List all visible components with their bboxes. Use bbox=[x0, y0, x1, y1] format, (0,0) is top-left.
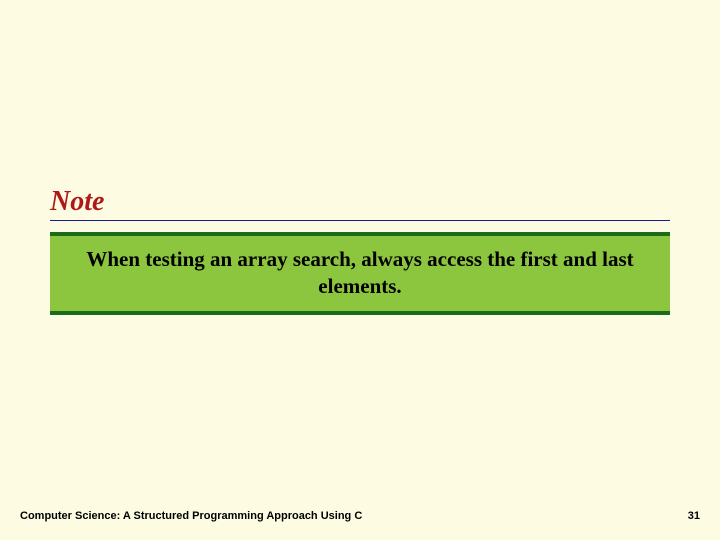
note-underline bbox=[50, 220, 670, 221]
callout-text: When testing an array search, always acc… bbox=[70, 246, 650, 301]
page-number: 31 bbox=[688, 510, 700, 522]
callout-box: When testing an array search, always acc… bbox=[50, 232, 670, 315]
footer-book-title: Computer Science: A Structured Programmi… bbox=[20, 510, 362, 522]
note-label: Note bbox=[50, 186, 104, 218]
